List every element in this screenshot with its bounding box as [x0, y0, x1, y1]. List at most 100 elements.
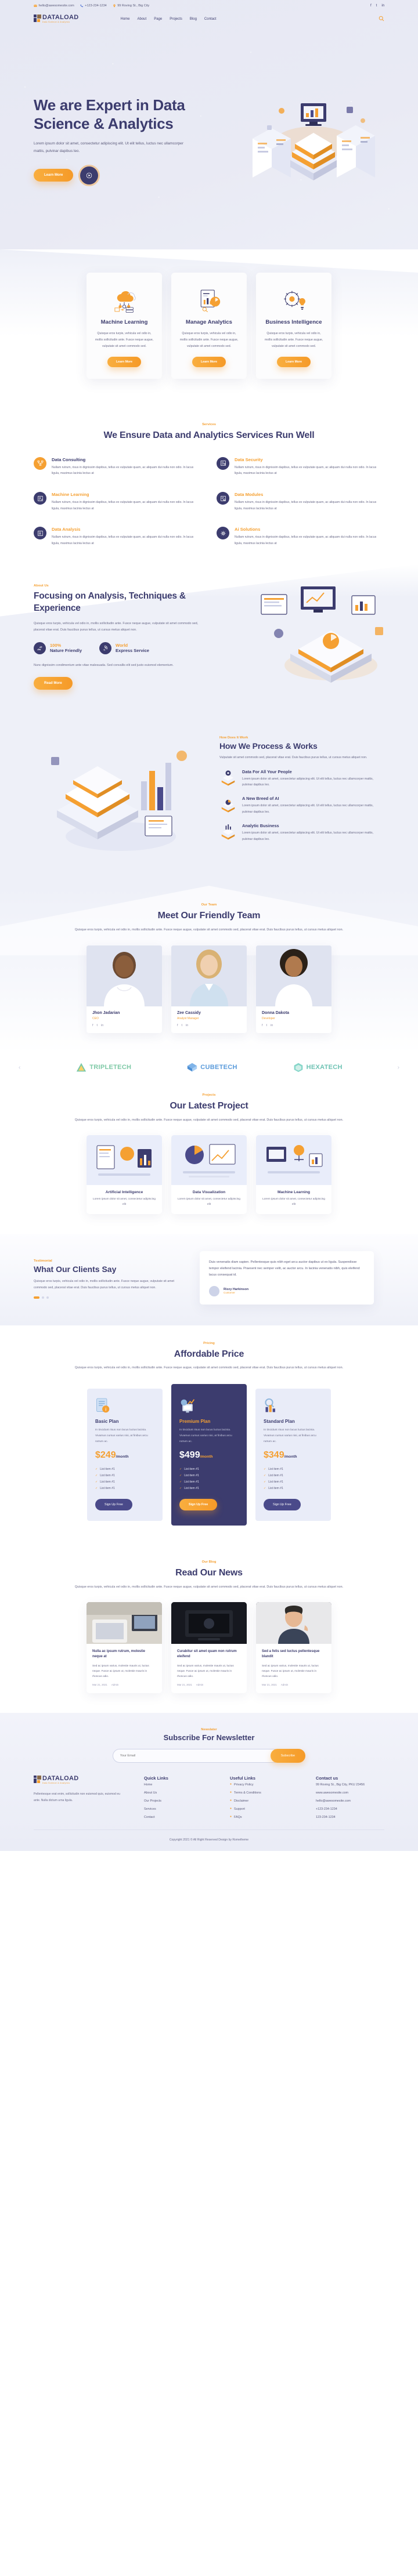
- service-card-desc: Quisque eros turpis, vehicula vel odio i…: [179, 332, 239, 349]
- team-social-linkedin[interactable]: in: [101, 1024, 103, 1027]
- testimonial-dot-active[interactable]: [34, 1296, 39, 1299]
- team-member-card[interactable]: Zee Cassidy Analyst Manager f t in: [171, 945, 247, 1034]
- footer-logo[interactable]: DATALOAD Data Science & Analytics: [34, 1775, 127, 1784]
- site-logo[interactable]: DATALOAD Data Science & Analytics: [34, 15, 78, 23]
- nav-item-home[interactable]: Home: [120, 17, 129, 21]
- footer-link[interactable]: Contact: [144, 1813, 212, 1821]
- feature-item[interactable]: Data Analysis Nullam rutrum, risus in di…: [34, 527, 201, 546]
- service-card-button[interactable]: Learn More: [192, 357, 226, 368]
- contact-email[interactable]: hello@awesomesite.com: [34, 4, 74, 8]
- feature-desc: Nullam rutrum, risus in dignissim dapibu…: [235, 535, 377, 545]
- footer-link[interactable]: ● Privacy Policy: [230, 1781, 298, 1789]
- contact-address[interactable]: 99 Roving St., Big City: [113, 4, 150, 8]
- pricing-section: Pricing Affordable Price Quisque eros tu…: [0, 1325, 418, 1546]
- feature-item[interactable]: Machine Learning Nullam rutrum, risus in…: [34, 492, 201, 512]
- testimonial-lead: Quisque eros turpis, vehicula vel odio i…: [34, 1280, 175, 1289]
- footer-contact-website[interactable]: www.awesomesite.com: [316, 1789, 384, 1797]
- search-icon[interactable]: [379, 16, 384, 23]
- footer-link[interactable]: About Us: [144, 1789, 212, 1797]
- team-social-twitter[interactable]: t: [266, 1024, 268, 1027]
- hexagon-logo-icon: [294, 1063, 303, 1073]
- project-card[interactable]: Machine Learning Lorem ipsum dolor sit a…: [256, 1135, 331, 1215]
- feature-item[interactable]: Data Consulting Nullam rutrum, risus in …: [34, 456, 201, 477]
- project-card[interactable]: Data Visualization Lorem ipsum dolor sit…: [171, 1135, 247, 1215]
- rocket-icon: [99, 642, 112, 654]
- team-section: Our Team Meet Our Friendly Team Quisque …: [0, 886, 418, 1053]
- about-read-more-button[interactable]: Read More: [34, 677, 73, 690]
- team-social-facebook[interactable]: f: [92, 1024, 93, 1027]
- footer-contact-phone[interactable]: +123-234-1234: [316, 1805, 384, 1813]
- social-linkedin[interactable]: in: [381, 4, 384, 8]
- client-logo[interactable]: HEXATECH: [293, 1062, 343, 1073]
- blog-post-card[interactable]: Nulla ac ipsum rutrum, molestie neque at…: [87, 1602, 162, 1693]
- service-card[interactable]: Machine Learning Quisque eros turpis, ve…: [87, 273, 162, 379]
- team-social-linkedin[interactable]: in: [186, 1024, 188, 1027]
- process-illustration: [34, 729, 208, 863]
- team-social-twitter[interactable]: t: [97, 1024, 98, 1027]
- team-member-card[interactable]: Donna Dakota Developer f t in: [256, 945, 331, 1034]
- newsletter-subscribe-button[interactable]: Subscribe: [270, 1748, 306, 1763]
- logos-next-button[interactable]: ›: [398, 1064, 399, 1071]
- contact-phone[interactable]: +123-234-1234: [80, 4, 107, 8]
- team-social-facebook[interactable]: f: [262, 1024, 263, 1027]
- team-social-facebook[interactable]: f: [177, 1024, 178, 1027]
- service-card[interactable]: Manage Analytics Quisque eros turpis, ve…: [171, 273, 247, 379]
- pricing-feature-list: ✓ List item #1 ✓ List item #1 ✓ List item #…: [179, 1466, 239, 1492]
- pricing-plan-period: /month: [284, 1455, 297, 1459]
- hero-play-button[interactable]: [80, 166, 99, 184]
- feature-item[interactable]: Data Security Nullam rutrum, risus in di…: [217, 456, 384, 477]
- svg-text:i: i: [105, 1407, 106, 1412]
- project-card[interactable]: Artificial Intelligence Lorem ipsum dolo…: [87, 1135, 162, 1215]
- team-social-linkedin[interactable]: in: [271, 1024, 273, 1027]
- process-section: How Does It Work How We Process & Works …: [0, 714, 418, 886]
- footer-contact-email[interactable]: hello@awesomesite.com: [316, 1797, 384, 1805]
- nav-item-blog[interactable]: Blog: [190, 17, 197, 21]
- footer-link[interactable]: Our Projects: [144, 1797, 212, 1805]
- pricing-signup-button[interactable]: Sign Up Free: [95, 1499, 132, 1511]
- about-lead: Quisque eros turpis, vehicula vel odio i…: [34, 622, 199, 632]
- pricing-signup-button[interactable]: Sign Up Free: [179, 1499, 218, 1511]
- server-search-icon: [217, 492, 229, 505]
- feature-item[interactable]: Ai Solutions Nullam rutrum, risus in dig…: [217, 527, 384, 546]
- about-badge-bottom: Express Service: [116, 648, 149, 654]
- testimonial-dot[interactable]: [42, 1296, 44, 1299]
- footer-link[interactable]: Services: [144, 1805, 212, 1813]
- feature-item[interactable]: Data Modules Nullam rutrum, risus in dig…: [217, 492, 384, 512]
- social-facebook[interactable]: f: [370, 4, 372, 8]
- testimonial-title: What Our Clients Say: [34, 1265, 117, 1274]
- service-card-button[interactable]: Learn More: [277, 357, 311, 368]
- blog-post-card[interactable]: Sed a felis sed luctus pellentesque blan…: [256, 1602, 331, 1693]
- nav-item-page[interactable]: Page: [154, 17, 162, 21]
- services-section: Services We Ensure Data and Analytics Se…: [0, 402, 418, 564]
- team-member-name: Donna Dakota: [262, 1011, 290, 1016]
- service-card[interactable]: Business Intelligence Quisque eros turpi…: [256, 273, 331, 379]
- logos-prev-button[interactable]: ‹: [19, 1064, 20, 1071]
- team-social-twitter[interactable]: t: [182, 1024, 183, 1027]
- footer-contact-phone-alt[interactable]: 123-234-1234: [316, 1813, 384, 1821]
- testimonial-pagination[interactable]: [34, 1296, 185, 1299]
- client-logo[interactable]: CUBETECH: [186, 1062, 237, 1073]
- footer-link[interactable]: ● Support: [230, 1805, 298, 1813]
- hero-learn-more-button[interactable]: Learn More: [34, 169, 74, 182]
- team-member-card[interactable]: Jhon Jadarian CEO f t in: [87, 945, 162, 1034]
- social-twitter[interactable]: t: [376, 4, 377, 8]
- client-logo[interactable]: TRIPLETECH: [75, 1062, 131, 1073]
- blog-post-image: [171, 1602, 247, 1644]
- nav-item-about[interactable]: About: [138, 17, 147, 21]
- footer-link[interactable]: ● FAQs: [230, 1813, 298, 1821]
- triangle-logo-icon: [77, 1063, 87, 1072]
- newsletter-email-input[interactable]: [112, 1748, 281, 1763]
- footer-link[interactable]: ● Disclaimer: [230, 1797, 298, 1805]
- pricing-signup-button[interactable]: Sign Up Free: [264, 1499, 301, 1511]
- pricing-plan-period: /month: [200, 1455, 213, 1459]
- contact-address-text: 99 Roving St., Big City: [117, 4, 150, 8]
- service-card-button[interactable]: Learn More: [107, 357, 141, 368]
- nav-item-projects[interactable]: Projects: [170, 17, 182, 21]
- testimonial-dot[interactable]: [46, 1296, 49, 1299]
- footer-link[interactable]: ● Terms & Conditions: [230, 1789, 298, 1797]
- nav-item-contact[interactable]: Contact: [204, 17, 217, 21]
- pricing-feature: ✓ List item #1: [264, 1479, 323, 1486]
- blog-post-card[interactable]: Curabitur sit amet quam non rutrum eleif…: [171, 1602, 247, 1693]
- pricing-card: i Basic Plan In tincidunt risus non lacu…: [87, 1389, 163, 1521]
- footer-link[interactable]: Home: [144, 1781, 212, 1789]
